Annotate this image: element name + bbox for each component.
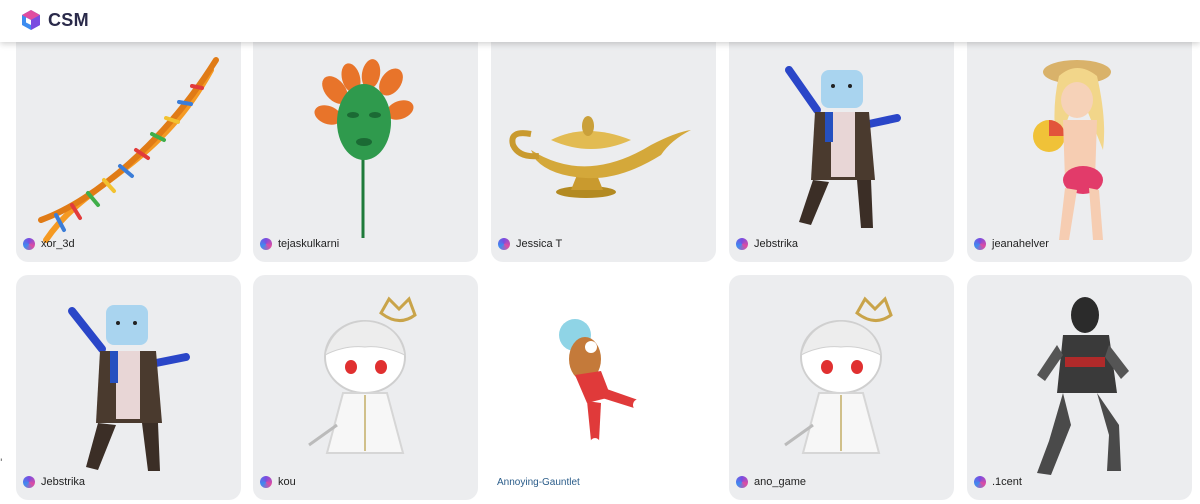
avatar <box>23 238 35 250</box>
edge-glyph: ' <box>0 458 3 468</box>
avatar <box>736 238 748 250</box>
author-name[interactable]: tejaskulkarni <box>278 238 339 250</box>
author-info[interactable]: Jebstrika <box>736 238 798 250</box>
author-info[interactable]: .1cent <box>974 476 1022 488</box>
model-card[interactable]: Jebstrika <box>729 30 954 262</box>
model-card[interactable]: jeanahelver <box>967 30 1192 262</box>
model-card[interactable]: Jebstrika <box>16 275 241 500</box>
anime-beach-girl-thumbnail <box>1033 60 1111 240</box>
jumping-toy-thumbnail <box>559 319 645 448</box>
avatar <box>498 238 510 250</box>
model-card[interactable]: xor_3d <box>16 30 241 262</box>
dna-helix-thumbnail <box>38 57 219 243</box>
armored-soldier-thumbnail <box>1037 297 1129 475</box>
avatar <box>260 238 272 250</box>
csm-logo[interactable]: CSM <box>20 9 89 31</box>
chibi-character-thumbnail <box>784 296 893 454</box>
author-name[interactable]: jeanahelver <box>992 238 1049 250</box>
model-gallery-grid: xor_3d tejaskulkarni Jessica T Jebstrika… <box>0 0 1200 504</box>
avatar <box>974 238 986 250</box>
logo-text: CSM <box>48 9 89 30</box>
author-info[interactable]: Annoying-Gauntlet <box>497 477 580 488</box>
author-name[interactable]: kou <box>278 476 296 488</box>
author-info[interactable]: Jebstrika <box>23 476 85 488</box>
avatar <box>23 476 35 488</box>
model-card[interactable]: tejaskulkarni <box>253 30 478 262</box>
author-name[interactable]: xor_3d <box>41 238 75 250</box>
author-name[interactable]: Jebstrika <box>754 238 798 250</box>
teapot-dancer-thumbnail <box>68 305 190 471</box>
model-card[interactable]: .1cent <box>967 275 1192 500</box>
author-info[interactable]: ano_game <box>736 476 806 488</box>
author-name[interactable]: Annoying-Gauntlet <box>497 477 580 488</box>
author-info[interactable]: xor_3d <box>23 238 75 250</box>
teapot-dancer-thumbnail <box>785 66 901 228</box>
author-info[interactable]: kou <box>260 476 296 488</box>
model-card[interactable]: Jessica T <box>491 30 716 262</box>
avatar <box>260 476 272 488</box>
author-info[interactable]: Jessica T <box>498 238 562 250</box>
golden-lamp-thumbnail <box>509 116 691 198</box>
avatar <box>736 476 748 488</box>
author-name[interactable]: Jessica T <box>516 238 562 250</box>
model-card[interactable]: Annoying-Gauntlet <box>491 275 716 500</box>
author-name[interactable]: Jebstrika <box>41 476 85 488</box>
green-mask-thumbnail <box>314 59 414 238</box>
author-name[interactable]: ano_game <box>754 476 806 488</box>
chibi-character-thumbnail <box>308 296 417 454</box>
author-info[interactable]: jeanahelver <box>974 238 1049 250</box>
model-card[interactable]: ano_game <box>729 275 954 500</box>
author-info[interactable]: tejaskulkarni <box>260 238 339 250</box>
model-card[interactable]: kou <box>253 275 478 500</box>
csm-cube-logo-icon <box>22 10 40 30</box>
top-navigation-bar: CSM <box>0 0 1200 42</box>
avatar <box>974 476 986 488</box>
author-name[interactable]: .1cent <box>992 476 1022 488</box>
